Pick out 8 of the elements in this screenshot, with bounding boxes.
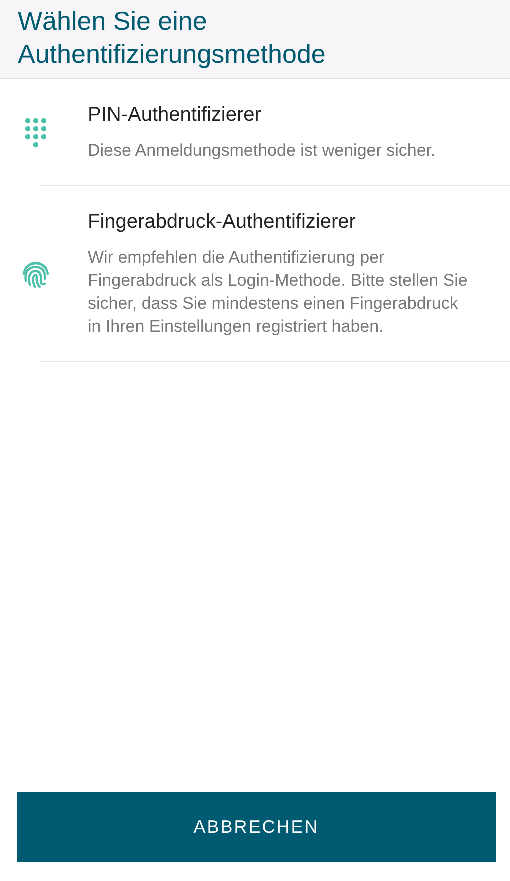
method-description: Diese Anmeldungsmethode ist weniger sicher.	[88, 140, 437, 162]
fingerprint-icon	[22, 259, 50, 289]
method-title: Fingerabdruck-Authentifizierer	[88, 210, 357, 234]
method-description: Wir empfehlen die Authentifizierung per Fingerabdruck als Login-Methode. Bitte stellen Sie sicher, dass Sie mindestens einen Fingerabdruck in Ihren Einstellungen registriert haben.	[88, 247, 469, 338]
keypad-icon	[25, 118, 47, 148]
dialog-title: Wählen Sie eine Authentifizierungsmethode	[18, 5, 327, 71]
method-title: PIN-Authentifizierer	[88, 103, 262, 127]
cancel-button[interactable]: ABBRECHEN	[17, 792, 496, 862]
